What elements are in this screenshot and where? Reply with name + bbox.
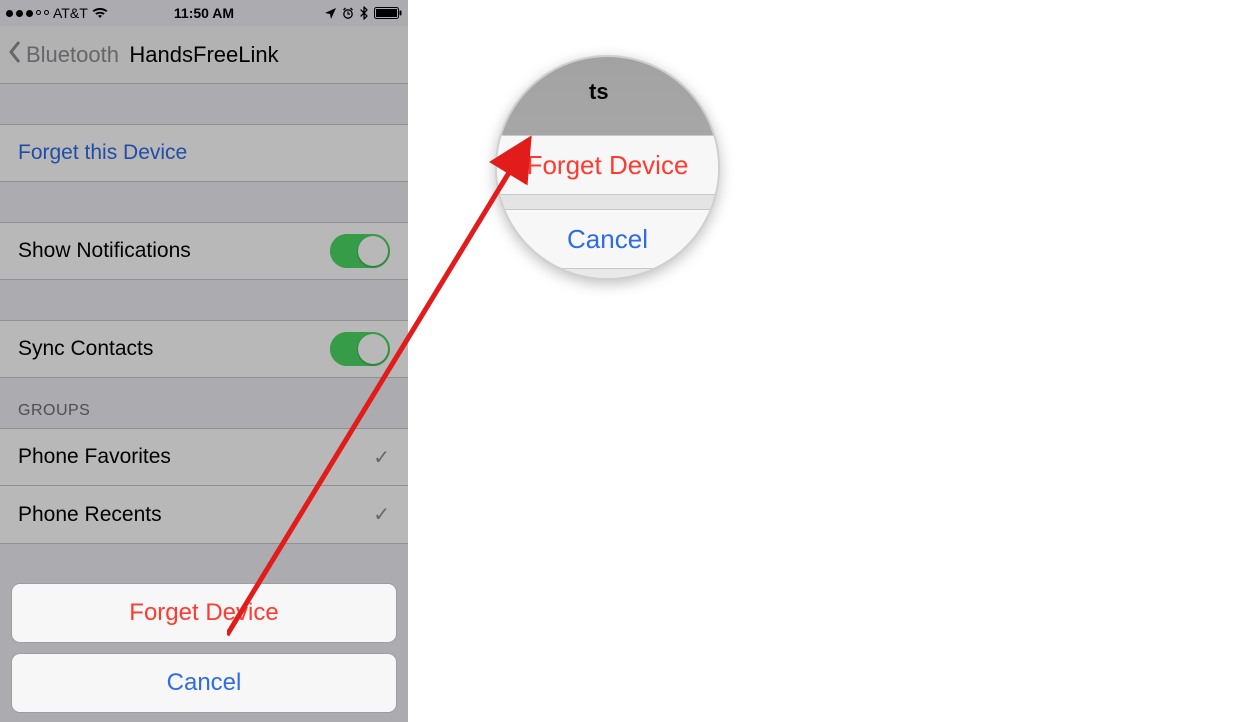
bluetooth-icon (360, 6, 368, 20)
zoom-cancel-button[interactable]: Cancel (497, 209, 718, 269)
location-icon (325, 8, 336, 19)
status-bar: AT&T 11:50 AM (0, 0, 408, 26)
forget-this-device-label: Forget this Device (18, 141, 187, 165)
show-notifications-row: Show Notifications (0, 222, 408, 280)
carrier-label: AT&T (53, 5, 88, 21)
battery-icon (374, 7, 402, 19)
sync-contacts-label: Sync Contacts (18, 337, 153, 361)
cancel-button[interactable]: Cancel (12, 654, 396, 712)
checkmark-icon: ✓ (373, 502, 390, 527)
show-notifications-toggle[interactable] (330, 234, 390, 268)
clock-label: 11:50 AM (138, 5, 270, 21)
zoom-forget-label: Forget Device (527, 150, 689, 181)
wifi-icon (92, 7, 108, 19)
nav-bar: Bluetooth HandsFreeLink (0, 26, 408, 84)
status-right (270, 6, 402, 20)
show-notifications-label: Show Notifications (18, 239, 191, 263)
signal-strength-icon (6, 10, 49, 17)
phone-recents-label: Phone Recents (18, 503, 162, 527)
forget-this-device-row[interactable]: Forget this Device (0, 124, 408, 182)
back-label: Bluetooth (26, 42, 119, 68)
checkmark-icon: ✓ (373, 445, 390, 470)
alarm-icon (342, 7, 354, 19)
action-sheet: Forget Device Cancel (12, 584, 396, 712)
zoom-hint-text: ts (589, 79, 609, 105)
sync-contacts-row: Sync Contacts (0, 320, 408, 378)
forget-device-label: Forget Device (129, 599, 278, 627)
back-button[interactable]: Bluetooth (8, 40, 119, 70)
phone-screenshot: AT&T 11:50 AM Bluetoot (0, 0, 408, 722)
phone-favorites-label: Phone Favorites (18, 445, 171, 469)
status-left: AT&T (6, 5, 138, 21)
chevron-left-icon (8, 40, 22, 70)
zoom-cancel-label: Cancel (567, 224, 648, 255)
groups-header: GROUPS (0, 378, 408, 428)
phone-favorites-row[interactable]: Phone Favorites ✓ (0, 428, 408, 486)
zoom-callout: ts Forget Device Cancel (495, 55, 720, 280)
cancel-label: Cancel (167, 669, 242, 697)
phone-recents-row[interactable]: Phone Recents ✓ (0, 486, 408, 544)
zoom-forget-device-button[interactable]: Forget Device (497, 135, 718, 195)
forget-device-button[interactable]: Forget Device (12, 584, 396, 642)
sync-contacts-toggle[interactable] (330, 332, 390, 366)
